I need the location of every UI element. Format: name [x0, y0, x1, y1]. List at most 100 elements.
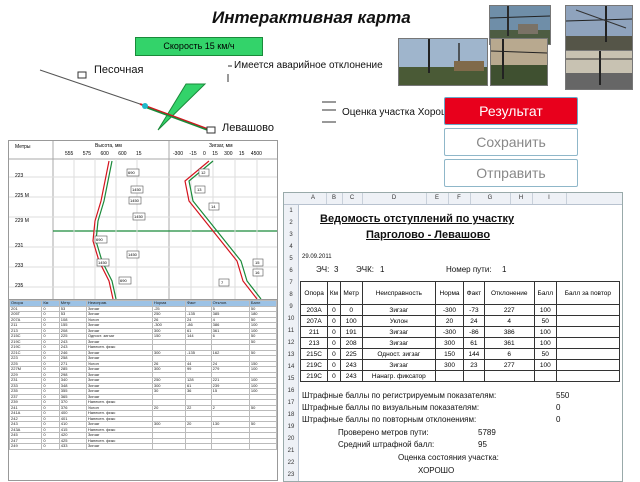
report-cell: -73 [463, 304, 485, 316]
report-cell: 0 [327, 370, 341, 382]
chart-callout-label: 14 [211, 204, 216, 209]
tick-label: 600 [118, 151, 127, 157]
spreadsheet-row-header[interactable]: 6 [284, 265, 298, 277]
report-subheading: Парголово - Левашово [366, 229, 491, 241]
tick-label: 15 [135, 151, 142, 157]
station-marker[interactable] [206, 126, 216, 134]
spreadsheet-row-header[interactable]: 15 [284, 373, 298, 385]
report-cell: 61 [463, 337, 485, 349]
penalty-registered-label: Штрафные баллы по регистрируемым показат… [302, 391, 497, 400]
penalty-repeat-value: 0 [556, 415, 561, 424]
echk-value: 1 [380, 265, 385, 274]
track-label: Номер пути: [446, 265, 492, 274]
table-cell [151, 443, 186, 450]
spreadsheet-column-header[interactable]: C [342, 193, 363, 204]
report-cell: 50 [533, 348, 557, 360]
site-photo-2[interactable] [565, 5, 633, 51]
send-button[interactable]: Отправить [444, 159, 578, 187]
chart-row-label: 225 М [15, 193, 29, 199]
table-cell: 249 [9, 443, 43, 450]
spreadsheet-row-header[interactable]: 11 [284, 325, 298, 337]
report-spreadsheet: ABCDEFGHI 1 2 3 4 5 6 7 8 9 10 11 12 13 14 15 16 17 18 19 2… [283, 192, 623, 482]
tick-label: 555 [65, 151, 74, 157]
spreadsheet-row-header[interactable]: 7 [284, 277, 298, 289]
spreadsheet-column-header[interactable]: G [470, 193, 511, 204]
spreadsheet-row-header[interactable]: 5 [284, 253, 298, 265]
report-table-row[interactable]: 207А 0 100 Уклон 20 24 4 50 [299, 315, 621, 327]
chart-right-header: Зигзаг, мм [209, 143, 233, 149]
spreadsheet-row-header[interactable]: 9 [284, 301, 298, 313]
report-cell [555, 315, 621, 327]
chart-row-label: 223 [15, 173, 24, 179]
spreadsheet-column-header[interactable]: A [300, 193, 327, 204]
table-cell: Зигзаг [85, 443, 153, 450]
spreadsheet-column-header[interactable]: F [448, 193, 471, 204]
report-cell: 0 [327, 337, 341, 349]
tick-label: 575 [82, 151, 92, 157]
report-column-header: Норма [434, 281, 465, 305]
penalty-registered-value: 550 [556, 391, 570, 400]
report-table-row[interactable]: 215С 0 225 Одност. зигзаг 150 144 6 50 [299, 348, 621, 360]
chart-callout-label: 15 [255, 260, 260, 265]
report-cell: -86 [463, 326, 485, 338]
report-table-row[interactable]: 211 0 191 Зигзаг -300 -86 386 100 [299, 326, 621, 338]
report-table-row[interactable]: 203А 0 0 Зигзаг -300 -73 227 100 [299, 304, 621, 316]
ech-label: ЭЧ: [316, 265, 330, 274]
report-cell: 4 [483, 315, 535, 327]
result-button[interactable]: Результат [444, 97, 578, 125]
spreadsheet-row-header[interactable]: 14 [284, 361, 298, 373]
spreadsheet-row-header[interactable]: 21 [284, 445, 298, 457]
report-table-row[interactable]: 213 0 208 Зигзаг 300 61 361 100 [299, 337, 621, 349]
spreadsheet-row-header[interactable]: 23 [284, 469, 298, 481]
chart-mid-ticks: 555 575 600 600 15 [65, 151, 142, 157]
table-cell: 0 [41, 443, 60, 450]
save-button[interactable]: Сохранить [444, 128, 578, 156]
spreadsheet-row-header[interactable]: 1 [284, 205, 298, 217]
spreadsheet-row-header[interactable]: 8 [284, 289, 298, 301]
spreadsheet-row-header[interactable]: 4 [284, 241, 298, 253]
site-photo-5[interactable] [565, 50, 633, 90]
spreadsheet-row-header[interactable]: 17 [284, 397, 298, 409]
report-cell: 208 [339, 337, 363, 349]
spreadsheet-column-header[interactable]: B [326, 193, 343, 204]
assessment-value: ХОРОШО [418, 466, 455, 475]
site-photo-4[interactable] [490, 38, 548, 86]
spreadsheet-column-header[interactable]: E [426, 193, 449, 204]
station-label-start[interactable]: Песочная [94, 64, 143, 76]
report-cell: Зигзаг [361, 326, 436, 338]
spreadsheet-row-header[interactable]: 3 [284, 229, 298, 241]
chart-callout-label: 690 [128, 170, 135, 175]
tick-label: 15 [212, 151, 218, 157]
rating-note[interactable]: Оценка участка Хороше [342, 107, 455, 118]
train-position-marker[interactable] [142, 103, 148, 109]
report-table-row[interactable]: 219С 0 243 Нанагр. фиксатор [299, 370, 621, 382]
deviation-note[interactable]: Имеется аварийное отклонение [234, 60, 383, 71]
spreadsheet-row-header[interactable]: 2 [284, 217, 298, 229]
report-table-row[interactable]: 219С 0 243 Зигзаг 300 23 277 100 [299, 359, 621, 371]
table-row[interactable]: 249 0 433 Зигзаг [9, 443, 277, 450]
report-cell: Уклон [361, 315, 436, 327]
spreadsheet-row-header[interactable]: 13 [284, 349, 298, 361]
spreadsheet-column-header[interactable]: H [510, 193, 533, 204]
avg-penalty-value: 95 [478, 440, 487, 449]
spreadsheet-row-header[interactable]: 18 [284, 409, 298, 421]
spreadsheet-row-header[interactable]: 12 [284, 337, 298, 349]
report-cell: Одност. зигзаг [361, 348, 436, 360]
chart-canvas [9, 141, 277, 301]
spreadsheet-row-header[interactable]: 10 [284, 313, 298, 325]
speed-callout[interactable]: Скорость 15 км/ч [135, 37, 263, 56]
station-marker[interactable] [77, 71, 87, 79]
spreadsheet-column-header[interactable]: I [532, 193, 567, 204]
penalty-visual-value: 0 [556, 403, 561, 412]
tick-label: 300 [224, 151, 233, 157]
chart-row-label: 235 [15, 283, 24, 289]
spreadsheet-row-header[interactable]: 22 [284, 457, 298, 469]
spreadsheet-row-header[interactable]: 19 [284, 421, 298, 433]
spreadsheet-row-header[interactable]: 16 [284, 385, 298, 397]
chart-callout-label: 1450 [134, 214, 143, 219]
spreadsheet-column-header[interactable]: D [362, 193, 427, 204]
avg-penalty-label: Средний штрафной балл: [338, 440, 435, 449]
report-date: 29.09.2011 [302, 254, 332, 260]
spreadsheet-row-header[interactable]: 20 [284, 433, 298, 445]
station-label-end[interactable]: Левашово [222, 122, 274, 134]
